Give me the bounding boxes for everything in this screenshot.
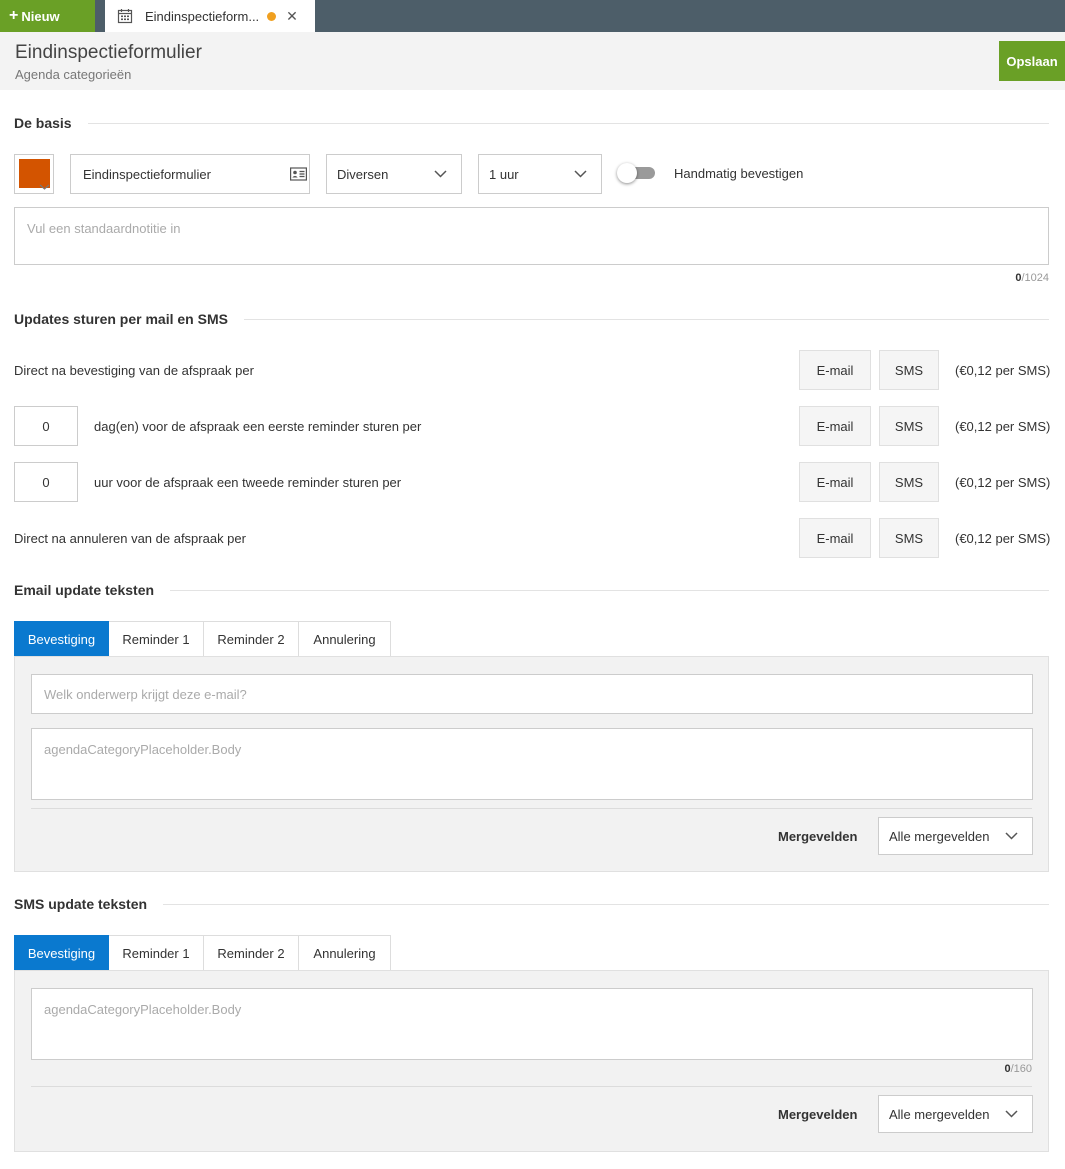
email-text-tabs: Bevestiging Reminder 1 Reminder 2 Annule… xyxy=(14,621,391,657)
sms-body-placeholder: agendaCategoryPlaceholder.Body xyxy=(44,1002,242,1017)
color-picker[interactable] xyxy=(14,154,54,194)
manual-confirm-label: Handmatig bevestigen xyxy=(674,166,804,181)
merge-fields-value: Alle mergevelden xyxy=(889,828,990,844)
email-subject-input[interactable]: Welk onderwerp krijgt deze e-mail? xyxy=(31,674,1033,714)
chevron-down-icon xyxy=(434,170,447,178)
email-body-textarea[interactable]: agendaCategoryPlaceholder.Body xyxy=(31,728,1033,800)
merge-fields-label: Mergevelden xyxy=(778,829,858,844)
chevron-down-icon xyxy=(39,184,50,190)
tab-annulering[interactable]: Annulering xyxy=(299,935,391,971)
category-name-value: Eindinspectieformulier xyxy=(83,166,211,182)
chevron-down-icon xyxy=(1005,1110,1018,1118)
section-divider xyxy=(163,903,1049,905)
duration-value: 1 uur xyxy=(489,166,519,182)
panel-divider xyxy=(31,808,1032,809)
default-note-placeholder: Vul een standaardnotitie in xyxy=(27,221,181,236)
toggle-knob xyxy=(617,163,637,183)
sms-price: (€0,12 per SMS) xyxy=(955,419,1051,434)
calendar-icon xyxy=(117,8,133,24)
email-subject-placeholder: Welk onderwerp krijgt deze e-mail? xyxy=(44,686,247,702)
id-card-icon xyxy=(290,167,307,181)
plus-icon: + xyxy=(9,7,19,24)
update-row-text: dag(en) voor de afspraak een eerste remi… xyxy=(94,419,422,434)
save-button[interactable]: Opslaan xyxy=(999,41,1065,81)
tab-reminder-1[interactable]: Reminder 1 xyxy=(109,621,204,657)
section-heading-text: Updates sturen per mail en SMS xyxy=(14,311,228,327)
tab-bevestiging[interactable]: Bevestiging xyxy=(14,935,109,971)
email-option-button[interactable]: E-mail xyxy=(799,462,871,502)
second-reminder-hours-input[interactable]: 0 xyxy=(14,462,78,502)
first-reminder-days-input[interactable]: 0 xyxy=(14,406,78,446)
merge-fields-select[interactable]: Alle mergevelden xyxy=(878,817,1033,855)
update-row-text: uur voor de afspraak een tweede reminder… xyxy=(94,475,402,490)
section-heading-sms-texts: SMS update teksten xyxy=(14,895,1049,913)
tab-reminder-2[interactable]: Reminder 2 xyxy=(204,935,299,971)
section-divider xyxy=(87,122,1049,124)
category-type-select[interactable]: Diversen xyxy=(326,154,462,194)
section-heading-basis: De basis xyxy=(14,114,1049,132)
category-type-value: Diversen xyxy=(337,166,389,182)
new-button-label: Nieuw xyxy=(21,8,60,24)
chevron-down-icon xyxy=(1005,832,1018,840)
email-body-placeholder: agendaCategoryPlaceholder.Body xyxy=(44,742,242,757)
sms-character-counter: 0/160 xyxy=(1004,1063,1032,1075)
tab-reminder-2[interactable]: Reminder 2 xyxy=(204,621,299,657)
sms-option-button[interactable]: SMS xyxy=(879,350,939,390)
document-tab[interactable]: Eindinspectieform... ✕ xyxy=(105,0,315,32)
sms-price: (€0,12 per SMS) xyxy=(955,531,1051,546)
email-text-panel: Welk onderwerp krijgt deze e-mail? agend… xyxy=(14,656,1049,872)
section-divider xyxy=(170,589,1049,591)
sms-option-button[interactable]: SMS xyxy=(879,406,939,446)
sms-price: (€0,12 per SMS) xyxy=(955,363,1051,378)
chevron-down-icon xyxy=(574,170,587,178)
sms-option-button[interactable]: SMS xyxy=(879,518,939,558)
email-option-button[interactable]: E-mail xyxy=(799,350,871,390)
section-divider xyxy=(243,318,1049,320)
section-heading-updates: Updates sturen per mail en SMS xyxy=(14,310,1049,328)
page-title: Eindinspectieformulier xyxy=(15,42,202,63)
email-option-button[interactable]: E-mail xyxy=(799,406,871,446)
email-option-button[interactable]: E-mail xyxy=(799,518,871,558)
update-row-text: Direct na bevestiging van de afspraak pe… xyxy=(14,363,254,378)
sms-body-textarea[interactable]: agendaCategoryPlaceholder.Body xyxy=(31,988,1033,1060)
sms-option-button[interactable]: SMS xyxy=(879,462,939,502)
duration-select[interactable]: 1 uur xyxy=(478,154,602,194)
page-header: Eindinspectieformulier Agenda categorieë… xyxy=(0,32,1065,90)
section-heading-text: De basis xyxy=(14,115,72,131)
sms-price: (€0,12 per SMS) xyxy=(955,475,1051,490)
panel-divider xyxy=(31,1086,1032,1087)
default-note-textarea[interactable]: Vul een standaardnotitie in xyxy=(14,207,1049,265)
manual-confirm-toggle[interactable] xyxy=(617,163,655,183)
category-name-field[interactable]: Eindinspectieformulier xyxy=(70,154,310,194)
document-tab-label: Eindinspectieform... xyxy=(145,8,260,24)
unsaved-indicator-dot xyxy=(267,11,277,21)
merge-fields-label: Mergevelden xyxy=(778,1107,858,1122)
tab-reminder-1[interactable]: Reminder 1 xyxy=(109,935,204,971)
tab-annulering[interactable]: Annulering xyxy=(299,621,391,657)
top-tab-bar: + Nieuw Eindinspectieform... ✕ xyxy=(0,0,1065,32)
tab-bevestiging[interactable]: Bevestiging xyxy=(14,621,109,657)
note-max: /1024 xyxy=(1021,272,1049,284)
note-character-counter: 0/1024 xyxy=(1015,272,1049,284)
section-heading-text: SMS update teksten xyxy=(14,896,148,912)
merge-fields-value: Alle mergevelden xyxy=(889,1106,990,1122)
merge-fields-select[interactable]: Alle mergevelden xyxy=(878,1095,1033,1133)
section-heading-text: Email update teksten xyxy=(14,582,155,598)
sms-text-panel: agendaCategoryPlaceholder.Body 0/160 Mer… xyxy=(14,970,1049,1152)
sms-text-tabs: Bevestiging Reminder 1 Reminder 2 Annule… xyxy=(14,935,391,971)
page-subtitle: Agenda categorieën xyxy=(15,67,132,82)
update-row-text: Direct na annuleren van de afspraak per xyxy=(14,531,246,546)
sms-max: /160 xyxy=(1010,1063,1032,1075)
section-heading-email-texts: Email update teksten xyxy=(14,581,1049,599)
close-tab-icon[interactable]: ✕ xyxy=(286,9,298,23)
new-button[interactable]: + Nieuw xyxy=(0,0,95,32)
